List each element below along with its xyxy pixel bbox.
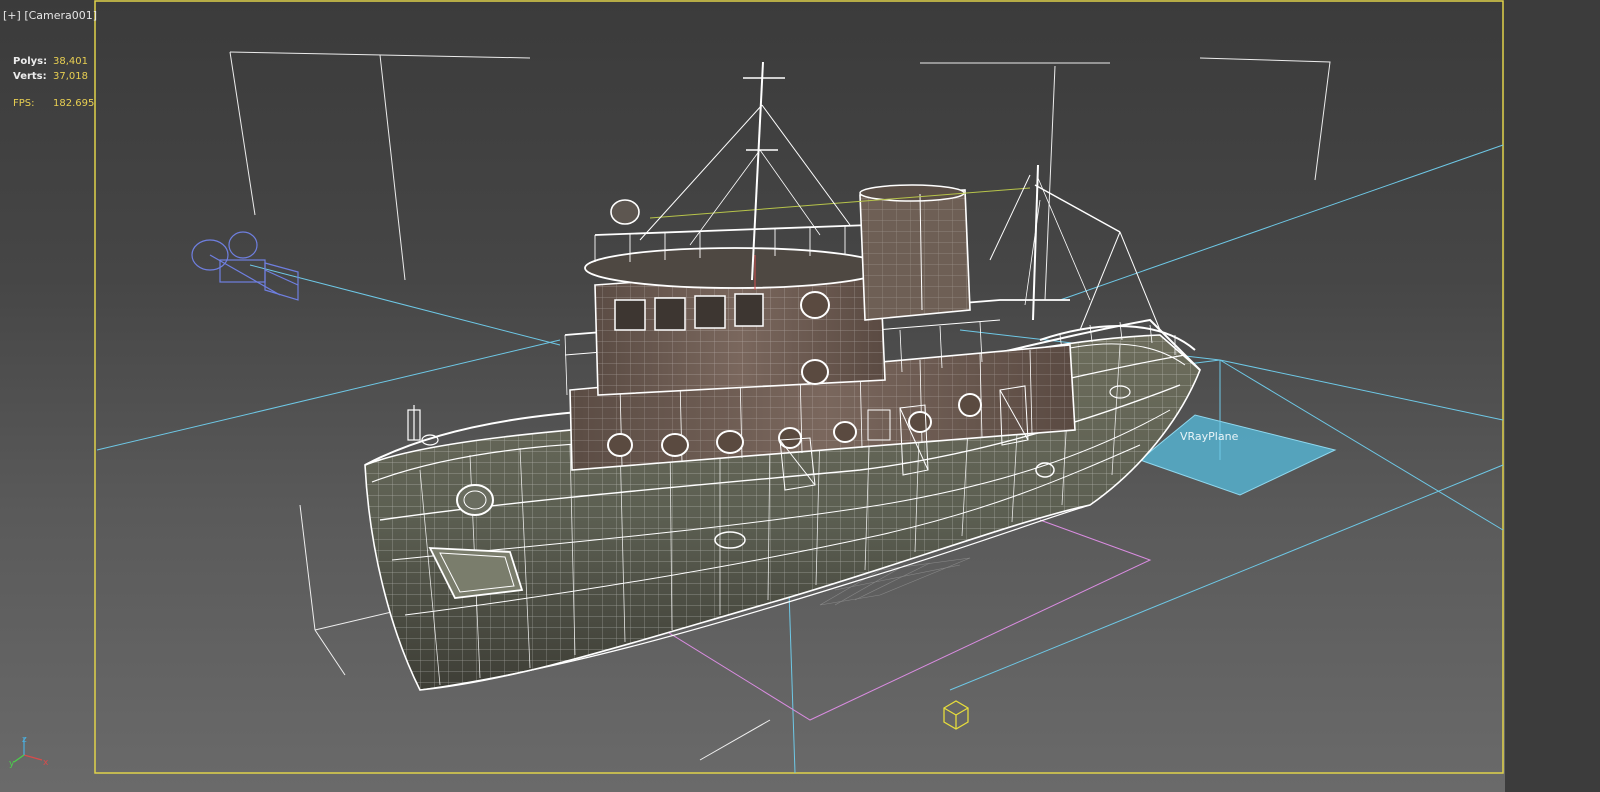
polys-row: Polys: 38,401 [13,54,94,69]
verts-label: Verts: [13,71,47,82]
polys-label: Polys: [13,56,48,67]
verts-value: 37,018 [53,71,88,82]
viewport-menu-button[interactable]: [+] [3,9,21,22]
vray-plane-label[interactable]: VRayPlane [1180,430,1238,443]
right-side-panel [1505,0,1600,792]
scene-canvas[interactable]: x z y [0,0,1600,792]
axis-tripod-icon [13,738,43,763]
viewport-label: [+] [Camera001] [3,9,97,22]
fps-row: FPS: 182.695 [13,96,94,111]
camera-icon[interactable] [191,231,299,301]
axis-y-label: y [9,759,15,769]
verts-row: Verts: 37,018 [13,69,94,84]
viewport-statistics: Polys: 38,401 Verts: 37,018 FPS: 182.695 [13,54,94,111]
perspective-viewport[interactable]: x z y [+] [Camera001] Polys: 38,401 Vert… [0,0,1600,792]
viewport-camera-label[interactable]: [Camera001] [24,9,97,22]
axis-x-label: x [43,758,49,768]
polys-value: 38,401 [53,56,88,67]
fps-label: FPS: [13,98,35,109]
helper-box-icon[interactable] [943,700,969,730]
axis-z-label: z [22,735,27,745]
fps-value: 182.695 [53,98,95,109]
